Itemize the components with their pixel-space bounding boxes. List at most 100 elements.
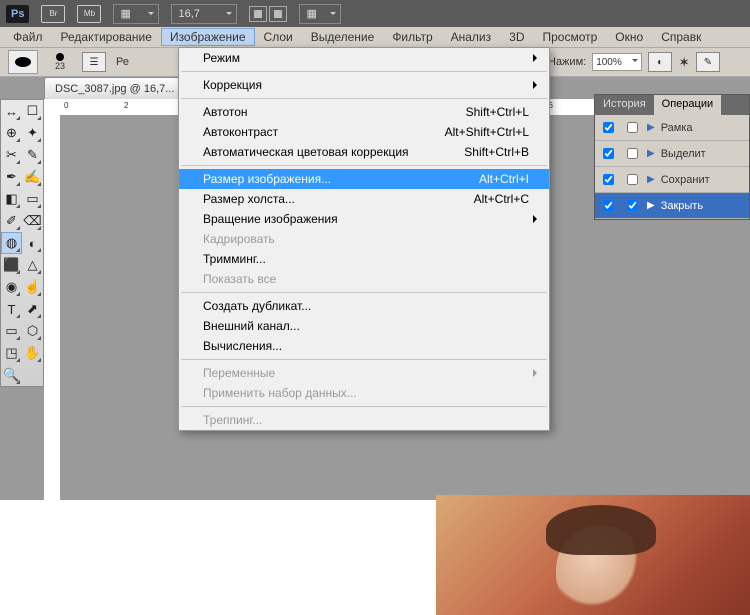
menuitem[interactable]: АвтоконтрастAlt+Shift+Ctrl+L <box>179 122 549 142</box>
screen-mode-group[interactable] <box>249 6 287 22</box>
action-row[interactable]: ▶ Сохранит <box>595 167 749 193</box>
action-toggle-checkbox[interactable] <box>603 174 614 185</box>
tool[interactable]: ✂ <box>1 144 22 166</box>
menuitem[interactable]: Вращение изображения <box>179 209 549 229</box>
action-toggle-checkbox[interactable] <box>603 122 614 133</box>
menuitem[interactable]: АвтотонShift+Ctrl+L <box>179 102 549 122</box>
tool[interactable]: ✐ <box>1 210 22 232</box>
tab-actions[interactable]: Операции <box>654 95 721 115</box>
ruler-vertical <box>44 115 61 500</box>
tool[interactable]: ✋ <box>22 342 43 364</box>
pressure-label: Нажим: <box>548 56 586 68</box>
tool[interactable]: 🔍 <box>1 364 22 386</box>
actions-panel: История Операции ▶ Рамка ▶ Выделит ▶ Сохранит… <box>594 94 750 220</box>
menu-редактирование[interactable]: Редактирование <box>52 28 161 46</box>
tool[interactable]: ⌫ <box>22 210 43 232</box>
tool[interactable]: ☐ <box>22 100 43 122</box>
action-toggle-checkbox[interactable] <box>603 148 614 159</box>
pressure-value[interactable]: 100% <box>592 53 642 71</box>
mode-label: Ре <box>116 56 129 68</box>
menu-изображение[interactable]: Изображение <box>161 28 255 46</box>
menuitem[interactable]: Режим <box>179 48 549 68</box>
action-dialog-checkbox[interactable] <box>627 200 638 211</box>
tool[interactable]: ⬈ <box>22 298 43 320</box>
doc-layout-dropdown[interactable]: ▦ <box>113 4 159 24</box>
menu-bar: ФайлРедактированиеИзображениеСлоиВыделен… <box>0 27 750 48</box>
toolbox: ↔☐⊕✦✂✎✒✍◧▭✐⌫◍◐⬛△◉☝T⬈▭⬡◳✋🔍 <box>0 99 44 387</box>
action-label: Выделит <box>661 148 706 160</box>
action-row[interactable]: ▶ Рамка <box>595 115 749 141</box>
action-label: Рамка <box>661 122 693 134</box>
document-tab[interactable]: DSC_3087.jpg @ 16,7... <box>44 77 185 99</box>
tool-preset-picker[interactable] <box>8 50 38 74</box>
minibridge-button[interactable]: Mb <box>77 5 101 23</box>
menuitem[interactable]: Вычисления... <box>179 336 549 356</box>
document-image <box>436 495 750 615</box>
tool[interactable]: ◐ <box>22 232 43 254</box>
action-dialog-checkbox[interactable] <box>627 174 638 185</box>
menuitem[interactable]: Размер холста...Alt+Ctrl+C <box>179 189 549 209</box>
action-label: Закрыть <box>661 200 703 212</box>
brush-preview[interactable]: 23 <box>48 53 72 71</box>
tool[interactable]: ▭ <box>1 320 22 342</box>
play-icon: ▶ <box>647 174 655 185</box>
airbrush-icon[interactable]: ✶ <box>678 54 690 71</box>
tab-history[interactable]: История <box>595 95 654 115</box>
tool[interactable]: T <box>1 298 22 320</box>
menuitem[interactable]: Размер изображения...Alt+Ctrl+I <box>179 169 549 189</box>
action-row[interactable]: ▶ Выделит <box>595 141 749 167</box>
action-label: Сохранит <box>661 174 710 186</box>
menuitem: Кадрировать <box>179 229 549 249</box>
menu-фильтр[interactable]: Фильтр <box>383 28 441 46</box>
image-menu-dropdown: Режим Коррекция АвтотонShift+Ctrl+LАвтокон… <box>178 47 550 431</box>
menu-справк[interactable]: Справк <box>652 28 710 46</box>
menuitem: Переменные <box>179 363 549 383</box>
menu-файл[interactable]: Файл <box>4 28 52 46</box>
menuitem: Треппинг... <box>179 410 549 430</box>
action-dialog-checkbox[interactable] <box>627 148 638 159</box>
menu-слои[interactable]: Слои <box>255 28 302 46</box>
menuitem[interactable]: Тримминг... <box>179 249 549 269</box>
tablet-pressure-icon[interactable]: ✎ <box>696 52 720 72</box>
action-toggle-checkbox[interactable] <box>603 200 614 211</box>
action-dialog-checkbox[interactable] <box>627 122 638 133</box>
tool[interactable]: △ <box>22 254 43 276</box>
pressure-toggle-icon[interactable]: ◐ <box>648 52 672 72</box>
play-icon: ▶ <box>647 148 655 159</box>
tool[interactable]: ✒ <box>1 166 22 188</box>
action-row[interactable]: ▶ Закрыть <box>595 193 749 219</box>
tool[interactable]: ✍ <box>22 166 43 188</box>
tool[interactable]: ⬡ <box>22 320 43 342</box>
tool[interactable]: ◉ <box>1 276 22 298</box>
menuitem[interactable]: Коррекция <box>179 75 549 95</box>
tool[interactable]: ✦ <box>22 122 43 144</box>
menuitem[interactable]: Создать дубликат... <box>179 296 549 316</box>
play-icon: ▶ <box>647 200 655 211</box>
arrange-dropdown[interactable]: ▦ <box>299 4 341 24</box>
tool[interactable]: ⬛ <box>1 254 22 276</box>
top-zoom-dropdown[interactable]: 16,7 <box>171 4 237 24</box>
menuitem: Применить набор данных... <box>179 383 549 403</box>
tool[interactable]: ◧ <box>1 188 22 210</box>
tool[interactable]: ◍ <box>1 232 22 254</box>
tool[interactable]: ☝ <box>22 276 43 298</box>
menu-анализ[interactable]: Анализ <box>442 28 501 46</box>
menu-окно[interactable]: Окно <box>606 28 652 46</box>
menuitem[interactable]: Автоматическая цветовая коррекцияShift+C… <box>179 142 549 162</box>
menu-3d[interactable]: 3D <box>500 28 533 46</box>
play-icon: ▶ <box>647 122 655 133</box>
tool[interactable]: ⊕ <box>1 122 22 144</box>
menu-выделение[interactable]: Выделение <box>302 28 384 46</box>
menuitem: Показать все <box>179 269 549 289</box>
menu-просмотр[interactable]: Просмотр <box>533 28 606 46</box>
tool[interactable]: ▭ <box>22 188 43 210</box>
menuitem[interactable]: Внешний канал... <box>179 316 549 336</box>
tool[interactable] <box>22 364 43 386</box>
tool[interactable]: ↔ <box>1 100 22 122</box>
tool[interactable]: ✎ <box>22 144 43 166</box>
bridge-button[interactable]: Br <box>41 5 65 23</box>
brush-panel-toggle[interactable]: ☰ <box>82 52 106 72</box>
tool[interactable]: ◳ <box>1 342 22 364</box>
app-logo: Ps <box>6 5 29 23</box>
app-title-bar: Ps Br Mb ▦ 16,7 ▦ <box>0 0 750 27</box>
